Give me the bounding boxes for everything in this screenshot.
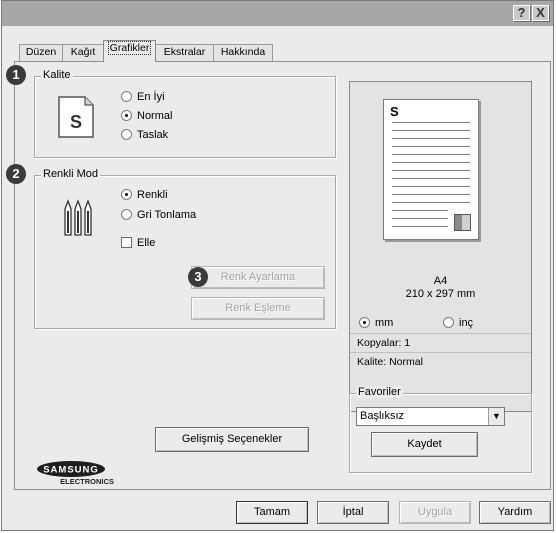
paper-size: 210 x 297 mm bbox=[405, 288, 476, 300]
quality-info: Kalite: Normal bbox=[350, 352, 531, 370]
unit-mm-label: mm bbox=[375, 317, 394, 329]
color-matching-button[interactable]: Renk Eşleme bbox=[191, 297, 325, 320]
document-icon-letter: S bbox=[70, 112, 82, 132]
callout-badge-1: 1 bbox=[6, 65, 26, 85]
advanced-options-button[interactable]: Gelişmiş Seçenekler bbox=[155, 427, 309, 452]
manual-checkbox-label: Elle bbox=[137, 237, 156, 249]
samsung-logo: SAMSUNG ELECTRONICS bbox=[37, 461, 114, 486]
help-button[interactable]: Yardım bbox=[479, 501, 551, 524]
favorites-select[interactable]: Başlıksız ▼ bbox=[356, 407, 505, 426]
paper-name: A4 bbox=[433, 275, 448, 287]
favorites-group-title: Favoriler bbox=[356, 386, 403, 398]
ok-button[interactable]: Tamam bbox=[236, 501, 308, 524]
save-favorite-button[interactable]: Kaydet bbox=[371, 432, 478, 457]
apply-button[interactable]: Uygula bbox=[399, 501, 471, 524]
document-s-icon: S bbox=[58, 96, 94, 138]
paper-preview-panel: S A4 210 x 297 mm mm inç Kopyalar: 1 Kal… bbox=[349, 81, 532, 412]
callout-badge-3: 3 bbox=[188, 267, 208, 287]
tab-ekstralar[interactable]: Ekstralar bbox=[155, 44, 214, 61]
printer-properties-window: ? X Düzen Kağıt Grafikler Ekstralar Hakk… bbox=[1, 0, 554, 531]
color-adjustment-button[interactable]: Renk Ayarlama bbox=[191, 266, 325, 289]
tab-grafikler[interactable]: Grafikler bbox=[103, 40, 156, 62]
cancel-button[interactable]: İptal bbox=[317, 501, 389, 524]
color-mode-grayscale-label: Gri Tonlama bbox=[137, 209, 197, 221]
copies-info: Kopyalar: 1 bbox=[350, 333, 531, 351]
callout-badge-2: 2 bbox=[6, 164, 26, 184]
quality-group-title: Kalite bbox=[41, 69, 73, 81]
tab-duzen[interactable]: Düzen bbox=[19, 44, 63, 61]
quality-best-label: En İyi bbox=[137, 91, 165, 103]
unit-inch-label: inç bbox=[459, 317, 474, 329]
chevron-down-icon[interactable]: ▼ bbox=[488, 408, 504, 425]
color-mode-color-label: Renkli bbox=[137, 189, 168, 201]
preview-image-block bbox=[454, 214, 471, 231]
color-mode-group-title: Renkli Mod bbox=[41, 168, 101, 180]
preview-page: S bbox=[383, 99, 479, 240]
quality-normal-label: Normal bbox=[137, 110, 173, 122]
samsung-logo-sub: ELECTRONICS bbox=[60, 477, 114, 486]
help-title-button[interactable]: ? bbox=[513, 5, 530, 21]
tab-grafikler-label: Grafikler bbox=[107, 41, 152, 55]
preview-page-letter: S bbox=[390, 104, 399, 119]
favorites-select-value: Başlıksız bbox=[360, 410, 405, 422]
tab-hakkinda[interactable]: Hakkında bbox=[213, 44, 273, 61]
quality-draft-label: Taslak bbox=[137, 129, 169, 141]
close-title-button[interactable]: X bbox=[532, 5, 549, 21]
title-bar: ? X bbox=[2, 1, 553, 26]
tab-kagit[interactable]: Kağıt bbox=[62, 44, 104, 61]
color-pencils-icon bbox=[64, 199, 92, 236]
samsung-logo-brand: SAMSUNG bbox=[43, 465, 99, 476]
